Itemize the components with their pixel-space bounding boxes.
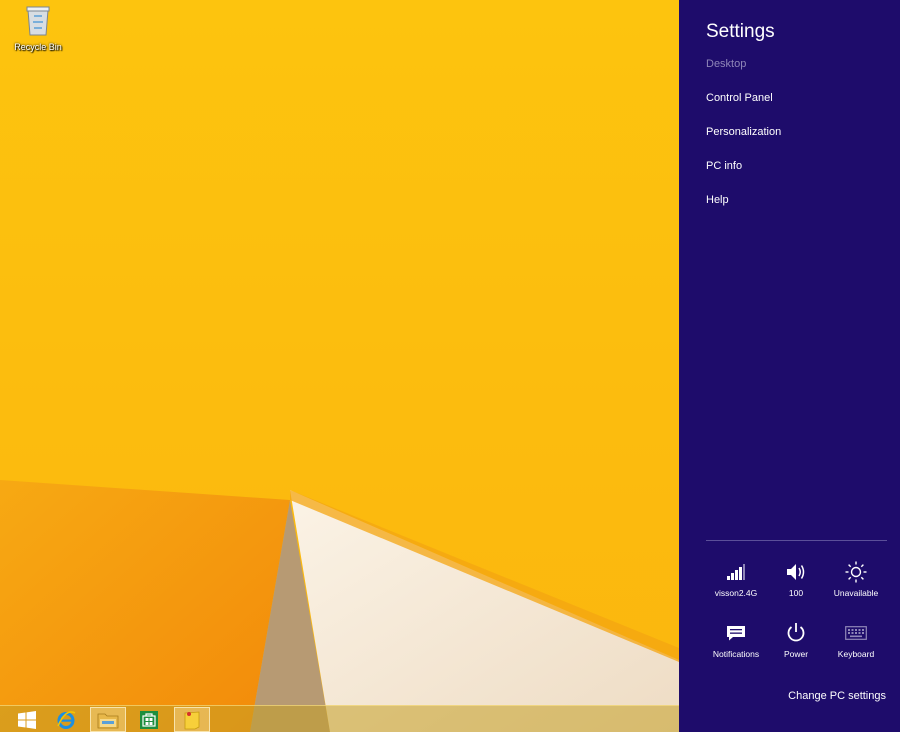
windows-logo-icon [18, 710, 36, 729]
page-title: Settings [706, 21, 775, 42]
taskbar-internet-explorer[interactable] [48, 707, 84, 732]
store-icon [140, 710, 158, 729]
desktop: Recycle Bin [0, 0, 679, 732]
control-panel-link[interactable]: Control Panel [706, 92, 773, 104]
internet-explorer-icon [57, 710, 76, 729]
settings-charm: Settings Desktop Control Panel Personali… [679, 0, 900, 732]
brightness-icon [845, 561, 867, 583]
wallpaper [0, 0, 679, 732]
network-label: visson2.4G [714, 588, 758, 598]
recycle-bin-icon [26, 6, 50, 36]
notifications-label: Notifications [712, 649, 760, 659]
volume-tile[interactable]: 100 [766, 561, 826, 598]
taskbar-sticky-notes[interactable] [174, 707, 210, 732]
notifications-icon [727, 626, 745, 641]
help-link[interactable]: Help [706, 194, 729, 206]
start-button[interactable] [9, 707, 45, 732]
taskbar-store[interactable] [131, 707, 167, 732]
power-label: Power [783, 649, 809, 659]
notifications-tile[interactable]: Notifications [706, 622, 766, 659]
sticky-note-icon [184, 711, 200, 729]
change-pc-settings-link[interactable]: Change PC settings [788, 690, 886, 702]
folder-icon [97, 713, 119, 728]
context-subtitle: Desktop [706, 58, 747, 70]
keyboard-icon [845, 626, 867, 640]
volume-label: 100 [788, 588, 804, 598]
brightness-label: Unavailable [833, 588, 879, 598]
speaker-icon [787, 564, 805, 580]
personalization-link[interactable]: Personalization [706, 126, 781, 138]
power-tile[interactable]: Power [766, 622, 826, 659]
keyboard-label: Keyboard [837, 649, 875, 659]
taskbar [0, 705, 679, 732]
power-icon [787, 623, 805, 642]
brightness-tile[interactable]: Unavailable [826, 561, 886, 598]
taskbar-file-explorer[interactable] [90, 707, 126, 732]
network-tile[interactable]: visson2.4G [706, 561, 766, 598]
signal-strength-icon [727, 564, 745, 580]
pc-info-link[interactable]: PC info [706, 160, 742, 172]
recycle-bin-label: Recycle Bin [14, 42, 62, 52]
recycle-bin[interactable]: Recycle Bin [10, 4, 66, 52]
divider [706, 540, 887, 541]
keyboard-tile[interactable]: Keyboard [826, 622, 886, 659]
